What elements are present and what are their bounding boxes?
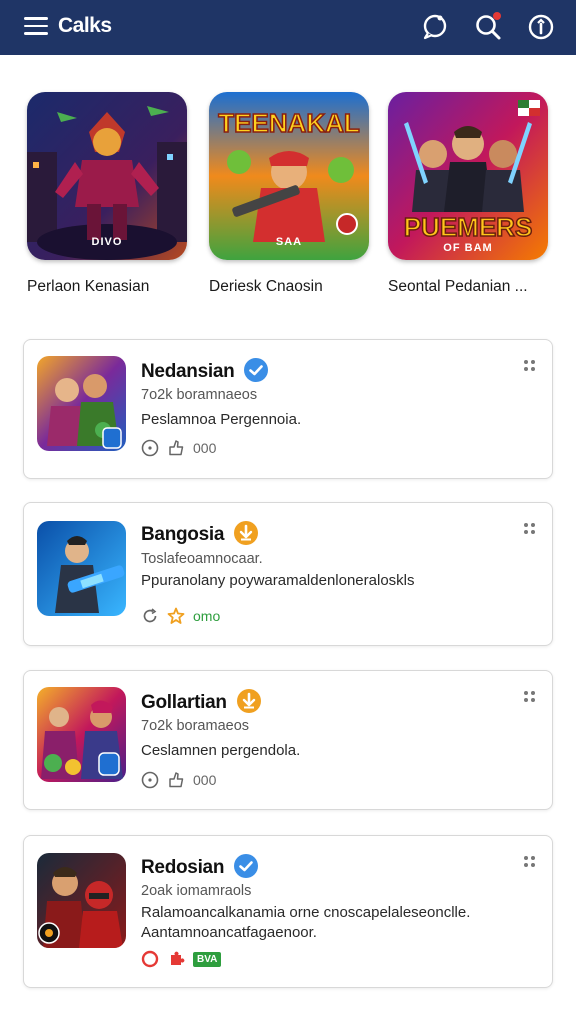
featured-tile-art-1: DIVO xyxy=(27,92,187,260)
clock-icon xyxy=(141,439,159,457)
app-name: Nedansian xyxy=(141,358,269,384)
meta-value: 000 xyxy=(193,440,217,456)
top-app-bar: Calks xyxy=(0,0,576,55)
app-subtitle: 7o2k boramaeos xyxy=(141,718,250,734)
featured-tile-title-2: Deriesk Cnaosin xyxy=(209,278,323,295)
featured-tile-title-3: Seontal Pedanian ... xyxy=(388,278,528,295)
app-title: Calks xyxy=(58,14,112,37)
featured-tile-3[interactable]: PUEMERS OF BAM Seontal Pedanian ... xyxy=(388,92,548,295)
app-subtitle: 7o2k boramnaeos xyxy=(141,387,258,403)
download-badge-icon xyxy=(234,521,259,545)
star-icon xyxy=(167,607,185,624)
app-description: Peslamnoa Pergennoia. xyxy=(141,411,302,428)
app-name: Redosian xyxy=(141,854,259,880)
app-name: Gollartian xyxy=(141,689,261,715)
chat-bubble-icon[interactable] xyxy=(420,12,450,42)
featured-tile-2[interactable]: TEENAKAL SAA Deriesk Cnaosin xyxy=(209,92,369,295)
more-options-icon[interactable] xyxy=(524,360,538,374)
app-name: Bangosia xyxy=(141,521,259,547)
hamburger-menu-icon[interactable] xyxy=(24,17,48,35)
puzzle-icon xyxy=(171,951,185,965)
notification-dot xyxy=(493,12,501,20)
app-meta: omo xyxy=(141,607,220,625)
app-description: Ceslamnen pergendola. xyxy=(141,742,301,759)
app-icon xyxy=(37,356,126,451)
app-name-text: Bangosia xyxy=(141,524,225,546)
verified-badge-icon xyxy=(244,358,269,382)
app-icon xyxy=(37,853,126,948)
meta-value: BVA xyxy=(193,951,222,967)
more-options-icon[interactable] xyxy=(524,691,538,705)
app-icon xyxy=(37,521,126,616)
app-name-text: Gollartian xyxy=(141,692,227,714)
like-icon xyxy=(169,772,184,788)
app-icon xyxy=(37,687,126,782)
search-icon[interactable] xyxy=(473,12,503,42)
clock-icon xyxy=(141,771,159,789)
app-description-line-1: Ralamoancalkanamia orne cnoscapelaleseon… xyxy=(141,904,471,921)
download-badge-icon xyxy=(236,689,261,713)
app-meta: 000 xyxy=(141,771,216,789)
app-subtitle: 2oak iomamraols xyxy=(141,883,252,899)
meta-value: 000 xyxy=(193,772,217,788)
app-name-text: Nedansian xyxy=(141,361,235,383)
refresh-icon xyxy=(143,608,157,623)
meta-value: omo xyxy=(193,608,221,624)
list-item[interactable]: Bangosia Toslafeoamnocaar. Ppuranolany p… xyxy=(23,502,553,646)
app-meta: BVA xyxy=(141,950,222,968)
list-item[interactable]: Nedansian 7o2k boramnaeos Peslamnoa Perg… xyxy=(23,339,553,479)
verified-badge-icon xyxy=(234,854,259,878)
featured-tile-logo-3: PUEMERS xyxy=(404,212,533,242)
app-description: Ppuranolany poywaramaldenloneraloskls xyxy=(141,572,415,589)
more-options-icon[interactable] xyxy=(524,856,538,870)
featured-tile-badge-3: OF BAM xyxy=(443,242,493,254)
featured-tile-badge-2: SAA xyxy=(275,236,303,248)
app-subtitle: Toslafeoamnocaar. xyxy=(141,551,263,567)
featured-tile-art-3: PUEMERS OF BAM xyxy=(388,92,548,260)
app-meta: 000 xyxy=(141,439,216,457)
featured-tile-badge-1: DIVO xyxy=(91,236,123,248)
list-item[interactable]: Gollartian 7o2k boramaeos Ceslamnen perg… xyxy=(23,670,553,810)
list-item[interactable]: Redosian 2oak iomamraols Ralamoancalkana… xyxy=(23,835,553,988)
like-icon xyxy=(169,440,184,456)
featured-carousel: DIVO Perlaon Kenasian TEENAKAL SAA Derie… xyxy=(0,92,576,302)
featured-tile-title-1: Perlaon Kenasian xyxy=(27,278,150,295)
record-icon xyxy=(141,950,159,968)
more-options-icon[interactable] xyxy=(524,523,538,537)
app-name-text: Redosian xyxy=(141,857,225,879)
info-icon[interactable] xyxy=(526,12,556,42)
featured-tile-art-2: TEENAKAL SAA xyxy=(209,92,369,260)
app-description: Ralamoancalkanamia orne cnoscapelaleseon… xyxy=(141,903,470,943)
featured-tile-logo-2: TEENAKAL xyxy=(218,108,360,138)
featured-tile-1[interactable]: DIVO Perlaon Kenasian xyxy=(27,92,187,295)
app-description-line-2: Aantamnoancatfagaenoor. xyxy=(141,924,317,941)
